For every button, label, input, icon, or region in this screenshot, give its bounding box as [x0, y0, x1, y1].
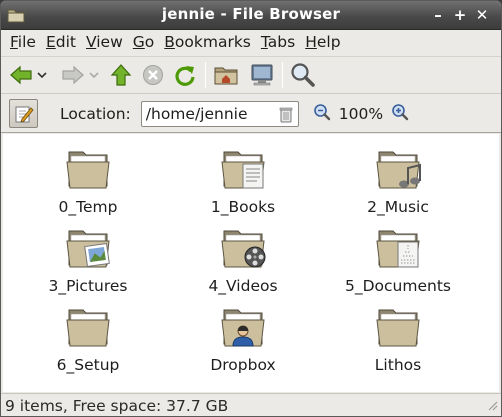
location-edit-toggle[interactable] [9, 99, 38, 128]
folder-item[interactable]: 0_Temp [13, 146, 163, 216]
folder-label: 3_Pictures [48, 277, 128, 295]
resize-grip-icon[interactable] [486, 397, 498, 415]
back-button[interactable] [7, 60, 35, 90]
home-button[interactable] [212, 60, 240, 90]
folder-item[interactable]: 1_Books [168, 146, 318, 216]
reload-icon [175, 66, 195, 86]
folder-label: 6_Setup [56, 356, 120, 374]
menu-bar: File Edit View Go Bookmarks Tabs Help [1, 30, 501, 54]
up-arrow-icon [110, 64, 132, 86]
menu-edit[interactable]: Edit [41, 33, 81, 51]
chevron-down-icon [89, 72, 99, 79]
close-button[interactable]: ✕ [471, 4, 493, 26]
title-bar[interactable]: jennie - File Browser – + ✕ [1, 1, 501, 30]
toolbar-separator [282, 62, 283, 88]
toolbar [1, 56, 501, 94]
home-folder-icon [214, 67, 238, 85]
folder-label: 4_Videos [208, 277, 278, 295]
folder-label: 0_Temp [58, 198, 118, 216]
folder-documents-icon [323, 225, 473, 273]
stop-icon [143, 65, 163, 85]
folder-label: 1_Books [210, 198, 276, 216]
forward-history-dropdown[interactable] [87, 60, 101, 90]
reload-button[interactable] [171, 60, 199, 90]
menu-view[interactable]: View [81, 33, 128, 51]
folder-label: Lithos [374, 356, 422, 374]
forward-arrow-icon [62, 65, 84, 85]
folder-shared-icon [168, 304, 318, 352]
folder-videos-icon [168, 225, 318, 273]
folder-item[interactable]: 2_Music [323, 146, 473, 216]
menu-tabs[interactable]: Tabs [256, 33, 300, 51]
minimize-button[interactable]: – [427, 4, 449, 26]
folder-pictures-icon [13, 225, 163, 273]
file-browser-window: jennie - File Browser – + ✕ File Edit Vi… [0, 0, 502, 417]
folder-documents-icon [168, 146, 318, 194]
icon-view[interactable]: 0_Temp 1_Books 2_Music 3_Pictures 4_Vide… [3, 134, 499, 392]
location-label: Location: [60, 104, 131, 123]
folder-icon [13, 146, 163, 194]
location-input[interactable] [141, 104, 272, 123]
status-text: 9 items, Free space: 37.7 GB [5, 397, 229, 415]
search-button[interactable] [289, 60, 317, 90]
chevron-down-icon [37, 72, 47, 79]
pencil-icon [15, 106, 34, 123]
folder-icon [323, 304, 473, 352]
clear-icon[interactable] [278, 106, 294, 127]
location-field[interactable] [140, 100, 299, 127]
folder-item[interactable]: Dropbox [168, 304, 318, 374]
folder-label: 5_Documents [345, 277, 451, 295]
menu-bookmarks[interactable]: Bookmarks [159, 33, 256, 51]
folder-item[interactable]: 5_Documents [323, 225, 473, 295]
up-button[interactable] [107, 60, 135, 90]
window-title: jennie - File Browser [161, 5, 341, 23]
back-history-dropdown[interactable] [35, 60, 49, 90]
back-arrow-icon [10, 65, 32, 85]
location-bar: Location: 100% [1, 95, 501, 133]
folder-item[interactable]: Lithos [323, 304, 473, 374]
maximize-button[interactable]: + [449, 4, 471, 26]
folder-label: 2_Music [367, 198, 429, 216]
zoom-out-icon[interactable] [313, 103, 331, 125]
forward-button[interactable] [59, 60, 87, 90]
computer-button[interactable] [248, 60, 276, 90]
zoom-level[interactable]: 100% [339, 105, 383, 123]
folder-item[interactable]: 4_Videos [168, 225, 318, 295]
status-bar: 9 items, Free space: 37.7 GB [1, 393, 501, 416]
stop-button[interactable] [139, 60, 167, 90]
menu-file[interactable]: File [5, 33, 41, 51]
folder-item[interactable]: 3_Pictures [13, 225, 163, 295]
toolbar-separator [205, 62, 206, 88]
menu-go[interactable]: Go [128, 33, 160, 51]
zoom-in-icon[interactable] [391, 103, 409, 125]
folder-icon [13, 304, 163, 352]
search-icon [291, 63, 315, 87]
computer-icon [251, 64, 273, 86]
folder-item[interactable]: 6_Setup [13, 304, 163, 374]
menu-help[interactable]: Help [300, 33, 345, 51]
folder-label: Dropbox [210, 356, 276, 374]
folder-music-icon [323, 146, 473, 194]
